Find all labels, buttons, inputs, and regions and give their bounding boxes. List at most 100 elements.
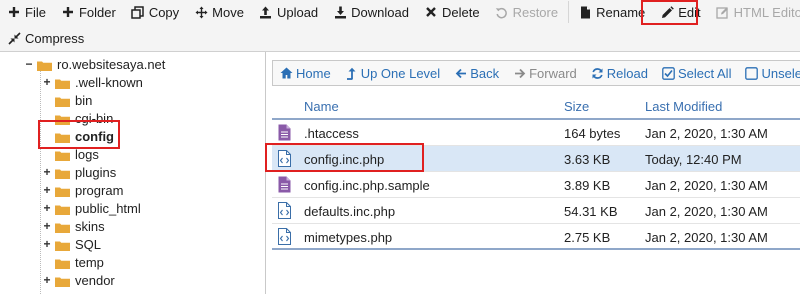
folder-icon [55, 239, 70, 251]
expand-icon[interactable]: + [42, 273, 52, 287]
expand-icon[interactable]: + [42, 237, 52, 251]
tree-item-label: bin [75, 92, 93, 108]
tree-item-well-known[interactable]: + .well-known [42, 73, 142, 91]
code-file-icon [278, 202, 291, 219]
directory-tree: − ro.websitesaya.net + .well-known bin c… [0, 52, 266, 294]
back-label: Back [470, 65, 500, 81]
toolbar-divider [568, 1, 570, 23]
compress-icon [7, 31, 21, 45]
expand-icon[interactable]: + [42, 183, 52, 197]
folder-icon [55, 95, 70, 107]
expand-icon[interactable]: + [42, 201, 52, 215]
column-header-last-modified[interactable]: Last Modified [645, 99, 722, 114]
html-editor-button[interactable]: HTML Editor [709, 1, 800, 23]
file-size: 54.31 KB [564, 204, 618, 219]
expand-icon[interactable]: + [42, 75, 52, 89]
unselect-all-button[interactable]: Unselect [738, 61, 800, 85]
select-all-label: Select All [677, 65, 732, 81]
navigation-bar: Home Up One Level Back Forward Reload Se… [272, 60, 800, 86]
file-name: defaults.inc.php [304, 204, 396, 219]
download-button[interactable]: Download [326, 1, 417, 23]
home-label: Home [296, 65, 331, 81]
restore-icon [495, 5, 509, 19]
new-file-button[interactable]: File [0, 1, 54, 23]
collapse-icon[interactable]: − [24, 57, 34, 71]
expand-icon[interactable]: + [42, 219, 52, 233]
file-icon [578, 5, 592, 19]
tree-item-label: plugins [75, 164, 117, 180]
tree-item-skins[interactable]: + skins [42, 217, 105, 235]
forward-button[interactable]: Forward [506, 61, 584, 85]
reload-button[interactable]: Reload [584, 61, 655, 85]
up-one-level-button[interactable]: Up One Level [338, 61, 448, 85]
tree-item-plugins[interactable]: + plugins [42, 163, 116, 181]
home-icon [280, 67, 293, 80]
restore-button[interactable]: Restore [488, 1, 567, 23]
rename-label: Rename [596, 4, 646, 20]
checkbox-checked-icon [662, 66, 675, 80]
tree-item-public-html[interactable]: + public_html [42, 199, 141, 217]
tree-item-sql[interactable]: + SQL [42, 235, 101, 253]
select-all-button[interactable]: Select All [655, 61, 738, 85]
config-file-highlight [265, 143, 424, 172]
file-size: 164 bytes [564, 126, 621, 141]
edit-square-icon [716, 5, 730, 19]
new-folder-button[interactable]: Folder [54, 1, 124, 23]
file-row-defaults-inc-php[interactable]: defaults.inc.php 54.31 KB Jan 2, 2020, 1… [272, 198, 800, 224]
file-name: .htaccess [304, 126, 359, 141]
tree-item-bin[interactable]: bin [55, 91, 92, 109]
table-bottom-border [272, 248, 800, 250]
file-size: 3.63 KB [564, 152, 611, 167]
folder-icon [55, 275, 70, 287]
reload-label: Reload [606, 65, 648, 81]
upload-button[interactable]: Upload [252, 1, 326, 23]
move-button[interactable]: Move [187, 1, 252, 23]
tree-item-label: vendor [75, 272, 115, 288]
column-header-name[interactable]: Name [304, 99, 339, 114]
tree-item-label: temp [75, 254, 104, 270]
file-row-mimetypes-php[interactable]: mimetypes.php 2.75 KB Jan 2, 2020, 1:30 … [272, 224, 800, 250]
folder-icon [55, 203, 70, 215]
tree-item-program[interactable]: + program [42, 181, 123, 199]
checkbox-empty-icon [745, 66, 759, 80]
copy-button[interactable]: Copy [124, 1, 187, 23]
config-folder-highlight [38, 120, 120, 149]
folder-open-icon [37, 59, 52, 71]
delete-button[interactable]: Delete [417, 1, 488, 23]
compress-button[interactable]: Compress [0, 27, 92, 49]
new-folder-label: Folder [78, 4, 116, 20]
back-button[interactable]: Back [447, 61, 506, 85]
folder-icon [55, 77, 70, 89]
tree-item-label: program [75, 182, 124, 198]
move-label: Move [212, 4, 244, 20]
file-size: 3.89 KB [564, 178, 611, 193]
tree-item-label: skins [75, 218, 105, 234]
upload-icon [259, 5, 273, 19]
column-header-size[interactable]: Size [564, 99, 589, 114]
file-row-config-inc-php-sample[interactable]: config.inc.php.sample 3.89 KB Jan 2, 202… [272, 172, 800, 198]
folder-icon [55, 167, 70, 179]
file-size: 2.75 KB [564, 230, 611, 245]
unselect-all-label: Unselect [761, 65, 800, 81]
tree-item-temp[interactable]: temp [55, 253, 104, 271]
folder-icon [55, 221, 70, 233]
file-modified: Today, 12:40 PM [645, 152, 742, 167]
tree-root-label: ro.websitesaya.net [57, 56, 166, 72]
expand-icon[interactable]: + [42, 165, 52, 179]
file-name: config.inc.php.sample [304, 178, 430, 193]
tree-item-label: SQL [75, 236, 102, 252]
folder-icon [55, 257, 70, 269]
restore-label: Restore [512, 4, 559, 20]
tree-item-vendor[interactable]: + vendor [42, 271, 115, 289]
new-file-label: File [25, 4, 46, 20]
reload-icon [591, 67, 604, 80]
home-button[interactable]: Home [273, 61, 338, 85]
tree-root[interactable]: − ro.websitesaya.net [24, 55, 165, 73]
forward-label: Forward [529, 65, 577, 81]
text-file-icon [278, 124, 291, 141]
html-editor-label: HTML Editor [733, 4, 800, 20]
tree-item-label: public_html [75, 200, 141, 216]
level-up-icon [345, 67, 358, 80]
download-label: Download [351, 4, 409, 20]
arrow-right-icon [513, 67, 526, 80]
